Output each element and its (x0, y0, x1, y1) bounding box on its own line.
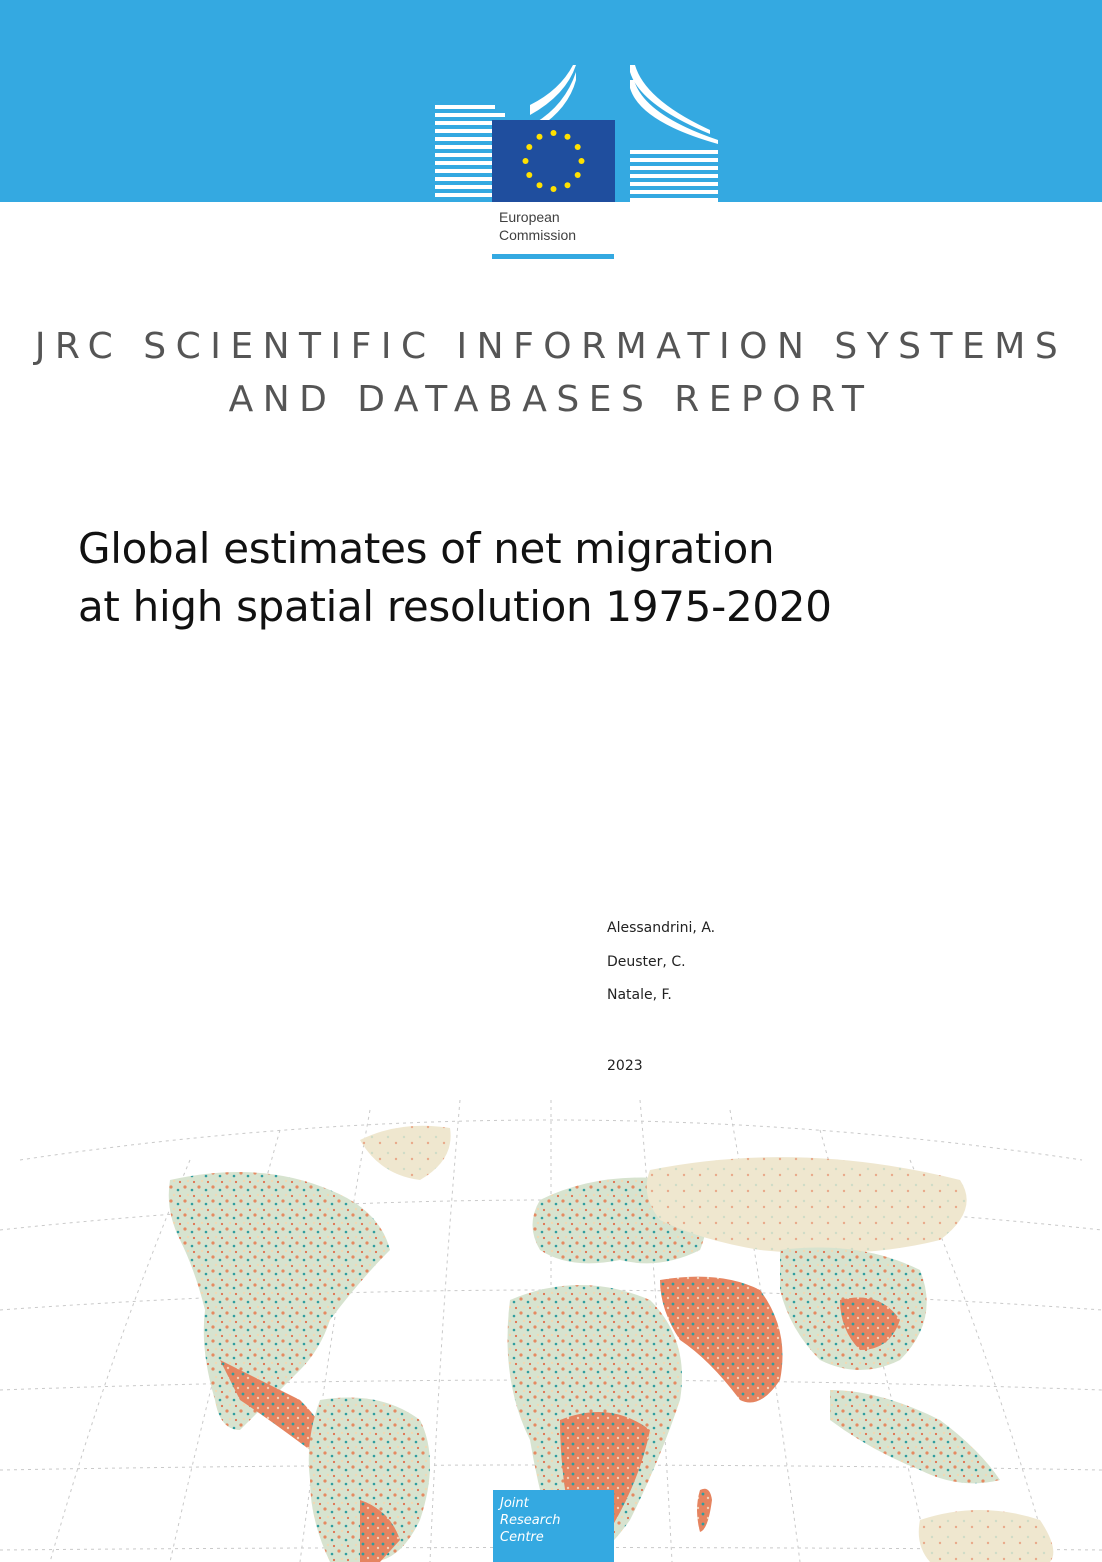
series-title: JRC SCIENTIFIC INFORMATION SYSTEMS AND D… (0, 320, 1102, 426)
jrc-label-line3: Centre (500, 1530, 544, 1545)
document-title-line2: at high spatial resolution 1975-2020 (78, 582, 832, 631)
ec-logo-text-line2: Commission (499, 227, 577, 243)
map-greenland (360, 1125, 451, 1180)
series-title-line2: AND DATABASES REPORT (228, 379, 874, 420)
jrc-label-box: Joint Research Centre (493, 1490, 614, 1562)
author-item: Alessandrini, A. (607, 920, 716, 936)
ec-logo-text: European Commission (499, 208, 619, 244)
publication-year: 2023 (607, 1058, 643, 1074)
jrc-label-line1: Joint (500, 1496, 529, 1511)
jrc-label-line2: Research (500, 1513, 561, 1528)
author-list: Alessandrini, A. Deuster, C. Natale, F. (607, 918, 907, 1019)
ec-logo-underline (492, 254, 614, 259)
document-title-line1: Global estimates of net migration (78, 524, 775, 573)
map-southeast-asia (830, 1390, 1000, 1484)
map-australia (918, 1510, 1054, 1562)
ec-logo-text-line1: European (499, 209, 560, 225)
building-right-icon (630, 65, 718, 202)
map-madagascar (697, 1488, 712, 1532)
document-title: Global estimates of net migration at hig… (78, 520, 978, 636)
series-title-line1: JRC SCIENTIFIC INFORMATION SYSTEMS (34, 326, 1068, 367)
author-item: Natale, F. (607, 987, 672, 1003)
author-item: Deuster, C. (607, 953, 686, 970)
